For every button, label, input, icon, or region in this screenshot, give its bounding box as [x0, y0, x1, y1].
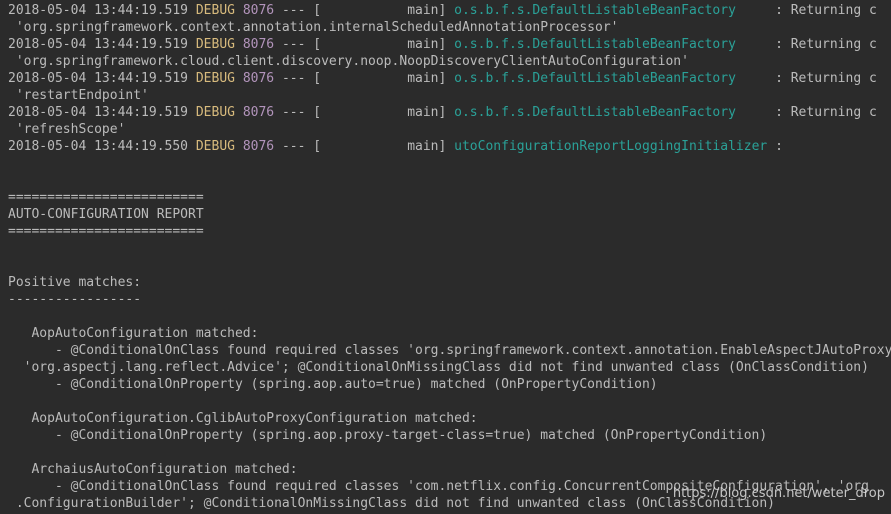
- log-timestamp: 2018-05-04 13:44:19.519: [8, 3, 189, 18]
- report-title: AUTO-CONFIGURATION REPORT: [8, 206, 204, 223]
- report-line-text: AopAutoConfiguration.CglibAutoProxyConfi…: [8, 411, 478, 426]
- log-pid: 8076: [242, 139, 275, 154]
- log-thread: main]: [407, 37, 447, 52]
- log-message: : Returning c: [775, 3, 877, 18]
- log-continuation: 'refreshScope': [8, 122, 126, 137]
- log-separator: --- [: [281, 3, 322, 18]
- report-line: - @ConditionalOnProperty (spring.aop.aut…: [8, 376, 658, 393]
- positive-rule: -----------------: [8, 291, 141, 308]
- log-timestamp: 2018-05-04 13:44:19.519: [8, 71, 189, 86]
- log-message: : Returning c: [775, 71, 877, 86]
- report-rule: =========================: [8, 189, 204, 206]
- log-line: 2018-05-04 13:44:19.519 DEBUG 8076 --- […: [8, 36, 877, 53]
- log-line: 2018-05-04 13:44:19.550 DEBUG 8076 --- […: [8, 138, 783, 155]
- report-line-text: - @ConditionalOnProperty (spring.aop.pro…: [8, 428, 768, 443]
- log-line: 'org.springframework.context.annotation.…: [8, 19, 619, 36]
- report-title: AUTO-CONFIGURATION REPORT: [8, 207, 204, 222]
- report-rule-bottom: =========================: [8, 224, 204, 239]
- positive-heading: Positive matches:: [8, 274, 141, 291]
- report-line: .ConfigurationBuilder'; @ConditionalOnMi…: [8, 495, 775, 512]
- report-line-text: ArchaiusAutoConfiguration matched:: [8, 462, 298, 477]
- log-separator: --- [: [281, 71, 322, 86]
- report-line: - @ConditionalOnClass found required cla…: [8, 342, 891, 359]
- positive-matches-heading: Positive matches:: [8, 275, 142, 290]
- log-line: 2018-05-04 13:44:19.519 DEBUG 8076 --- […: [8, 104, 877, 121]
- log-logger: utoConfigurationReportLoggingInitializer: [454, 139, 768, 154]
- log-level: DEBUG: [195, 37, 235, 52]
- log-message: :: [775, 139, 783, 154]
- log-message: : Returning c: [775, 37, 877, 52]
- log-separator: --- [: [281, 105, 322, 120]
- report-line-text: .ConfigurationBuilder'; @ConditionalOnMi…: [8, 496, 776, 511]
- report-line-text: 'org.aspectj.lang.reflect.Advice'; @Cond…: [8, 360, 869, 375]
- report-line: AopAutoConfiguration.CglibAutoProxyConfi…: [8, 410, 478, 427]
- log-pid: 8076: [242, 3, 275, 18]
- log-line: 'restartEndpoint': [8, 87, 149, 104]
- log-timestamp: 2018-05-04 13:44:19.550: [8, 139, 189, 154]
- report-line-text: AopAutoConfiguration matched:: [8, 326, 259, 341]
- watermark: https://blog.csdn.net/weter_drop: [672, 486, 885, 501]
- log-timestamp: 2018-05-04 13:44:19.519: [8, 37, 189, 52]
- log-timestamp: 2018-05-04 13:44:19.519: [8, 105, 189, 120]
- report-line-text: - @ConditionalOnProperty (spring.aop.aut…: [8, 377, 658, 392]
- report-line: - @ConditionalOnProperty (spring.aop.pro…: [8, 427, 767, 444]
- report-line-text: - @ConditionalOnClass found required cla…: [8, 343, 891, 358]
- log-line: 2018-05-04 13:44:19.519 DEBUG 8076 --- […: [8, 70, 877, 87]
- report-line: 'org.aspectj.lang.reflect.Advice'; @Cond…: [8, 359, 869, 376]
- log-continuation: 'restartEndpoint': [8, 88, 149, 103]
- log-level: DEBUG: [195, 139, 235, 154]
- log-line: 'org.springframework.cloud.client.discov…: [8, 53, 689, 70]
- log-logger: o.s.b.f.s.DefaultListableBeanFactory: [454, 37, 768, 52]
- log-pid: 8076: [242, 71, 275, 86]
- log-continuation: 'org.springframework.cloud.client.discov…: [8, 54, 689, 69]
- log-level: DEBUG: [195, 105, 235, 120]
- report-rule: =========================: [8, 223, 204, 240]
- log-pid: 8076: [242, 37, 275, 52]
- log-thread: main]: [407, 71, 447, 86]
- log-level: DEBUG: [195, 71, 235, 86]
- log-thread: main]: [407, 3, 447, 18]
- log-line: 2018-05-04 13:44:19.519 DEBUG 8076 --- […: [8, 2, 877, 19]
- positive-matches-rule: -----------------: [8, 292, 142, 307]
- log-thread: main]: [407, 105, 447, 120]
- log-separator: --- [: [281, 37, 322, 52]
- log-line: 'refreshScope': [8, 121, 126, 138]
- log-continuation: 'org.springframework.context.annotation.…: [8, 20, 619, 35]
- log-logger: o.s.b.f.s.DefaultListableBeanFactory: [454, 105, 768, 120]
- report-rule-top: =========================: [8, 190, 204, 205]
- log-logger: o.s.b.f.s.DefaultListableBeanFactory: [454, 71, 768, 86]
- console-output: 2018-05-04 13:44:19.519 DEBUG 8076 --- […: [0, 0, 891, 514]
- log-level: DEBUG: [195, 3, 235, 18]
- log-pid: 8076: [242, 105, 275, 120]
- log-message: : Returning c: [775, 105, 877, 120]
- report-line: ArchaiusAutoConfiguration matched:: [8, 461, 298, 478]
- log-thread: main]: [407, 139, 447, 154]
- log-separator: --- [: [281, 139, 322, 154]
- report-line: AopAutoConfiguration matched:: [8, 325, 258, 342]
- log-logger: o.s.b.f.s.DefaultListableBeanFactory: [454, 3, 768, 18]
